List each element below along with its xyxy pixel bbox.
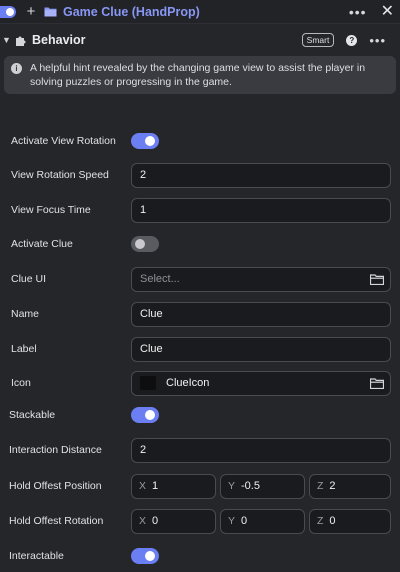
row-icon: Icon ClueIcon bbox=[0, 370, 400, 396]
property-label: Label bbox=[11, 343, 37, 355]
row-activate-clue: Activate Clue bbox=[0, 231, 400, 257]
stackable-toggle[interactable] bbox=[131, 407, 159, 423]
row-hold-offset-position: Hold Offest Position X 1 Y -0.5 Z 2 bbox=[0, 473, 400, 499]
property-label: Interaction Distance bbox=[9, 444, 102, 456]
hold-offset-rotation-z-input[interactable]: Z 0 bbox=[309, 508, 391, 534]
hold-offset-position-y-input[interactable]: Y -0.5 bbox=[220, 473, 305, 499]
hold-offset-rotation-x-input[interactable]: X 0 bbox=[131, 508, 216, 534]
axis-value-z: 2 bbox=[329, 480, 336, 492]
puzzle-icon bbox=[16, 36, 26, 46]
row-view-rotation-speed: View Rotation Speed 2 bbox=[0, 162, 400, 188]
axis-value-y: 0 bbox=[241, 515, 248, 527]
axis-label-y: Y bbox=[228, 515, 236, 527]
axis-label-x: X bbox=[139, 515, 147, 527]
collapse-caret-icon[interactable]: ▼ bbox=[2, 35, 12, 45]
activate-clue-toggle[interactable] bbox=[131, 236, 159, 252]
row-label: Label Clue bbox=[0, 336, 400, 362]
icon-thumbnail bbox=[140, 376, 156, 390]
window-title: Game Clue (HandProp) bbox=[63, 4, 200, 19]
hold-offset-position-x-input[interactable]: X 1 bbox=[131, 473, 216, 499]
axis-value-z: 0 bbox=[329, 515, 336, 527]
label-input[interactable]: Clue bbox=[131, 336, 391, 362]
axis-label-y: Y bbox=[228, 480, 236, 492]
property-label: Activate Clue bbox=[11, 238, 73, 250]
name-input[interactable]: Clue bbox=[131, 301, 391, 327]
view-focus-time-input[interactable]: 1 bbox=[131, 197, 391, 223]
folder-icon[interactable] bbox=[370, 377, 384, 389]
folder-icon bbox=[44, 7, 57, 17]
property-label: Clue UI bbox=[11, 273, 47, 285]
properties-panel: + Game Clue (HandProp) ••• ✕ ▼ Behavior … bbox=[0, 0, 400, 572]
clue-ui-placeholder: Select... bbox=[140, 273, 180, 285]
axis-label-x: X bbox=[139, 480, 147, 492]
axis-value-x: 0 bbox=[152, 515, 159, 527]
interactable-toggle[interactable] bbox=[131, 548, 159, 564]
property-label: Icon bbox=[11, 377, 31, 389]
more-options-icon[interactable]: ••• bbox=[349, 5, 367, 19]
property-label: Hold Offest Position bbox=[9, 480, 102, 492]
property-label: View Rotation Speed bbox=[11, 169, 109, 181]
info-icon: i bbox=[11, 63, 22, 74]
hold-offset-position-z-input[interactable]: Z 2 bbox=[309, 473, 391, 499]
row-activate-view-rotation: Activate View Rotation bbox=[0, 128, 400, 154]
row-stackable: Stackable bbox=[0, 402, 400, 428]
interaction-distance-input[interactable]: 2 bbox=[131, 437, 391, 463]
hint-box: i A helpful hint revealed by the changin… bbox=[4, 56, 396, 94]
axis-label-z: Z bbox=[317, 515, 324, 527]
icon-asset-name: ClueIcon bbox=[166, 377, 210, 389]
view-rotation-speed-input[interactable]: 2 bbox=[131, 162, 391, 188]
property-label: Activate View Rotation bbox=[11, 135, 116, 147]
behavior-section-header[interactable]: ▼ Behavior Smart ? ••• bbox=[0, 26, 400, 54]
row-hold-offset-rotation: Hold Offest Rotation X 0 Y 0 Z 0 bbox=[0, 508, 400, 534]
row-interactable: Interactable bbox=[0, 543, 400, 569]
row-clue-ui: Clue UI Select... bbox=[0, 266, 400, 292]
row-name: Name Clue bbox=[0, 301, 400, 327]
icon-asset-field[interactable]: ClueIcon bbox=[131, 370, 391, 396]
property-label: View Focus Time bbox=[11, 204, 91, 216]
section-title: Behavior bbox=[32, 33, 86, 47]
property-label: Stackable bbox=[9, 409, 56, 421]
smart-badge[interactable]: Smart bbox=[301, 33, 335, 47]
close-icon[interactable]: ✕ bbox=[381, 3, 394, 20]
hold-offset-rotation-y-input[interactable]: Y 0 bbox=[220, 508, 305, 534]
axis-label-z: Z bbox=[317, 480, 324, 492]
add-icon[interactable]: + bbox=[24, 4, 38, 19]
property-label: Name bbox=[11, 308, 40, 320]
enable-toggle[interactable] bbox=[0, 5, 16, 18]
help-icon[interactable]: ? bbox=[346, 34, 358, 46]
axis-value-y: -0.5 bbox=[241, 480, 260, 492]
top-bar: + Game Clue (HandProp) ••• ✕ bbox=[0, 0, 400, 24]
row-interaction-distance: Interaction Distance 2 bbox=[0, 437, 400, 463]
clue-ui-select[interactable]: Select... bbox=[131, 266, 391, 292]
activate-view-rotation-toggle[interactable] bbox=[131, 133, 159, 149]
folder-icon[interactable] bbox=[370, 273, 384, 285]
section-more-icon[interactable]: ••• bbox=[369, 33, 386, 48]
row-view-focus-time: View Focus Time 1 bbox=[0, 197, 400, 223]
hint-text: A helpful hint revealed by the changing … bbox=[30, 62, 366, 88]
axis-value-x: 1 bbox=[152, 480, 159, 492]
property-label: Interactable bbox=[9, 550, 64, 562]
property-label: Hold Offest Rotation bbox=[9, 515, 104, 527]
